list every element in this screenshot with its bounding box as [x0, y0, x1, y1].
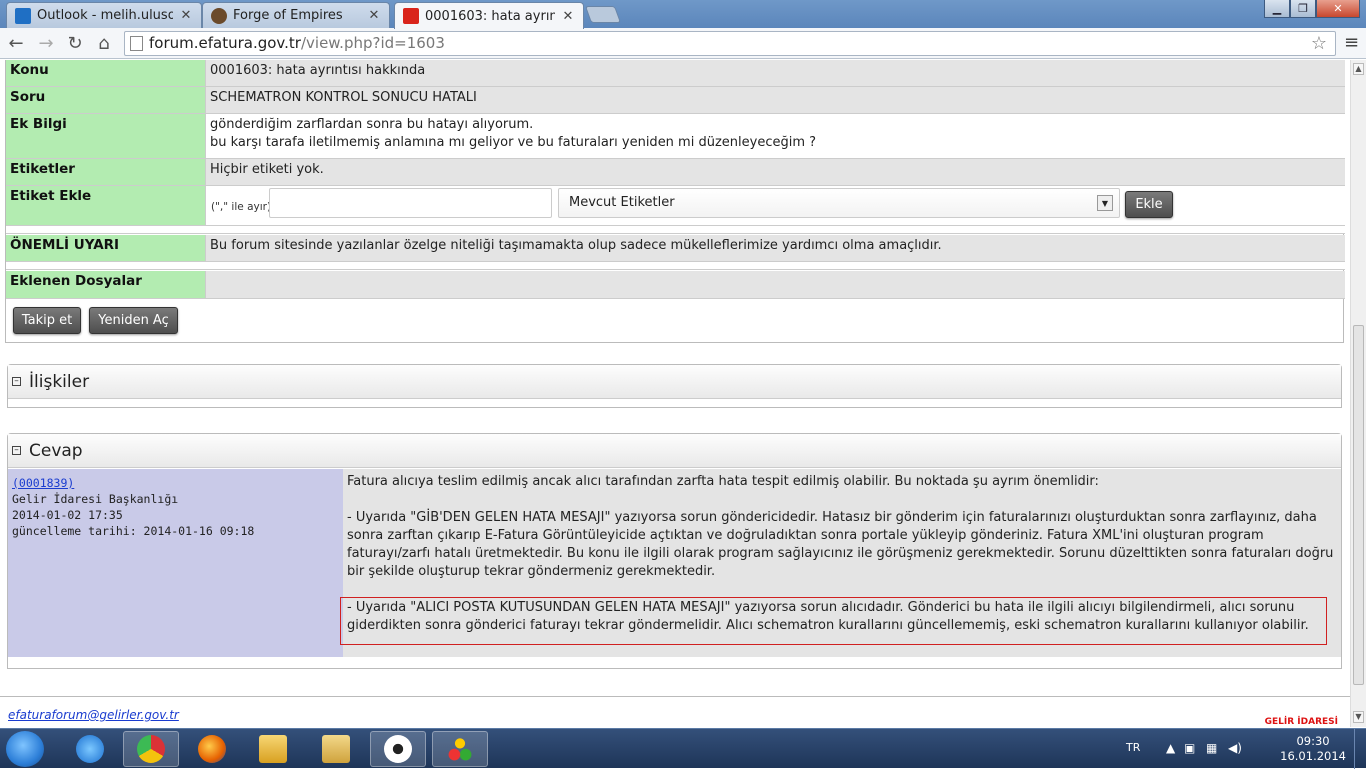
row-ek-bilgi: Ek Bilgi gönderdiğim zarflardan sonra bu… — [6, 114, 1345, 159]
yeniden-ac-button[interactable]: Yeniden Aç — [89, 307, 178, 334]
menu-icon[interactable]: ≡ — [1344, 32, 1359, 53]
taskbar-app-network[interactable] — [432, 731, 488, 767]
etiket-hint: ("," ile ayır) — [211, 201, 272, 213]
page-footer: efaturaforum@gelirler.gov.tr GELİR İDARE… — [0, 696, 1350, 727]
tab-outlook[interactable]: Outlook - melih.ulusoy@ ✕ — [6, 2, 202, 28]
close-tab-icon[interactable]: ✕ — [561, 9, 575, 24]
network-icon[interactable]: ▦ — [1206, 741, 1217, 755]
show-desktop-button[interactable] — [1354, 729, 1366, 769]
minimize-icon[interactable]: ▁ — [1264, 0, 1290, 18]
browser-toolbar: ← → ↻ ⌂ forum.efatura.gov.tr/view.php?id… — [0, 28, 1366, 59]
reload-icon[interactable]: ↻ — [63, 32, 87, 54]
scroll-thumb[interactable] — [1353, 325, 1364, 685]
vertical-scrollbar[interactable]: ▲ ▼ — [1350, 60, 1366, 727]
system-tray: TR ▲ ▣ ▦ ◀) 09:30 16.01.2014 — [1126, 729, 1366, 769]
scroll-down-icon[interactable]: ▼ — [1353, 711, 1364, 723]
tab-forge-of-empires[interactable]: Forge of Empires ✕ — [202, 2, 390, 28]
taskbar-app-eye[interactable] — [370, 731, 426, 767]
cevap-panel: – Cevap (0001839) Gelir İdaresi Başkanlı… — [7, 433, 1342, 669]
row-konu: Konu 0001603: hata ayrıntısı hakkında — [6, 60, 1345, 87]
ek-bilgi-label: Ek Bilgi — [6, 114, 206, 159]
takip-et-button[interactable]: Takip et — [13, 307, 81, 334]
etiketler-label: Etiketler — [6, 159, 206, 186]
taskbar-firefox[interactable] — [184, 731, 240, 767]
row-eklenen-dosyalar: Eklenen Dosyalar — [6, 271, 1345, 299]
note-date: 2014-01-02 17:35 — [12, 508, 123, 522]
eklenen-dosyalar-label: Eklenen Dosyalar — [6, 271, 206, 299]
dropdown-arrow-icon[interactable]: ▼ — [1097, 195, 1113, 211]
onemli-uyari-label: ÖNEMLİ UYARI — [6, 235, 206, 262]
scroll-up-icon[interactable]: ▲ — [1353, 63, 1364, 75]
gib-logo: GELİR İDARESİ — [1264, 717, 1338, 727]
language-indicator[interactable]: TR — [1126, 741, 1140, 754]
konu-value: 0001603: hata ayrıntısı hakkında — [206, 60, 1345, 87]
highlight-box — [340, 597, 1327, 645]
email-link[interactable]: efaturaforum@gelirler.gov.tr — [8, 708, 179, 722]
firefox-icon — [198, 735, 226, 763]
taskbar-ie[interactable] — [62, 731, 118, 767]
flag-icon[interactable]: ▣ — [1184, 741, 1195, 755]
volume-icon[interactable]: ◀) — [1228, 741, 1242, 755]
ek-bilgi-value: gönderdiğim zarflardan sonra bu hatayı a… — [206, 114, 1345, 159]
bookmark-star-icon[interactable]: ☆ — [1311, 32, 1327, 55]
mail-icon — [259, 735, 287, 763]
folder-icon — [322, 735, 350, 763]
outlook-icon — [15, 7, 31, 24]
row-soru: Soru SCHEMATRON KONTROL SONUCU HATALI — [6, 87, 1345, 114]
show-hidden-icons-icon[interactable]: ▲ — [1166, 741, 1175, 755]
internet-explorer-icon — [76, 735, 104, 763]
soru-value: SCHEMATRON KONTROL SONUCU HATALI — [206, 87, 1345, 114]
note-meta: (0001839) Gelir İdaresi Başkanlığı 2014-… — [8, 469, 343, 657]
note-id-link[interactable]: (0001839) — [12, 476, 74, 490]
chrome-icon — [137, 735, 165, 763]
cevap-header[interactable]: – Cevap — [8, 434, 1341, 468]
tab-issue-0001603[interactable]: 0001603: hata ayrıntısı hak ✕ — [394, 2, 584, 29]
tag-input[interactable] — [269, 188, 552, 218]
page-icon — [130, 36, 143, 51]
forge-of-empires-icon — [211, 7, 227, 24]
note-author: Gelir İdaresi Başkanlığı — [12, 492, 179, 506]
taskbar-outlook[interactable] — [245, 731, 301, 767]
new-tab-button[interactable] — [584, 6, 622, 23]
collapse-icon[interactable]: – — [12, 377, 21, 386]
iliskiler-header[interactable]: – İlişkiler — [8, 365, 1341, 399]
address-bar[interactable]: forum.efatura.gov.tr/view.php?id=1603 ☆ — [124, 31, 1336, 56]
konu-label: Konu — [6, 60, 206, 87]
eklenen-dosyalar-value — [206, 271, 1345, 299]
note-updated: güncelleme tarihi: 2014-01-16 09:18 — [12, 524, 255, 538]
soru-label: Soru — [6, 87, 206, 114]
close-tab-icon[interactable]: ✕ — [179, 8, 193, 23]
maximize-icon[interactable]: ❐ — [1290, 0, 1316, 18]
etiketler-value: Hiçbir etiketi yok. — [206, 159, 1345, 186]
network-app-icon — [446, 735, 474, 763]
iliskiler-panel: – İlişkiler — [7, 364, 1342, 408]
start-button[interactable] — [6, 731, 44, 767]
back-arrow-icon[interactable]: ← — [4, 32, 28, 54]
efatura-icon — [403, 8, 419, 24]
clock[interactable]: 09:30 16.01.2014 — [1280, 734, 1346, 764]
close-window-icon[interactable]: ✕ — [1316, 0, 1360, 18]
onemli-uyari-value: Bu forum sitesinde yazılanlar özelge nit… — [206, 235, 1345, 262]
etiket-ekle-label: Etiket Ekle — [6, 186, 206, 226]
forward-arrow-icon[interactable]: → — [34, 32, 58, 54]
taskbar-explorer[interactable] — [308, 731, 364, 767]
close-tab-icon[interactable]: ✕ — [367, 8, 381, 23]
taskbar-chrome[interactable] — [123, 731, 179, 767]
page-content: Konu 0001603: hata ayrıntısı hakkında So… — [0, 60, 1350, 727]
ekle-button[interactable]: Ekle — [1125, 191, 1173, 218]
existing-tags-select[interactable]: Mevcut Etiketler ▼ — [558, 188, 1120, 218]
browser-tab-strip: Outlook - melih.ulusoy@ ✕ Forge of Empir… — [0, 0, 1366, 29]
home-icon[interactable]: ⌂ — [92, 32, 116, 54]
eye-icon — [384, 735, 412, 763]
window-controls: ▁ ❐ ✕ — [1264, 0, 1360, 18]
row-etiketler: Etiketler Hiçbir etiketi yok. — [6, 159, 1345, 186]
collapse-icon[interactable]: – — [12, 446, 21, 455]
windows-taskbar: TR ▲ ▣ ▦ ◀) 09:30 16.01.2014 — [0, 728, 1366, 769]
row-onemli-uyari: ÖNEMLİ UYARI Bu forum sitesinde yazılanl… — [6, 235, 1345, 262]
